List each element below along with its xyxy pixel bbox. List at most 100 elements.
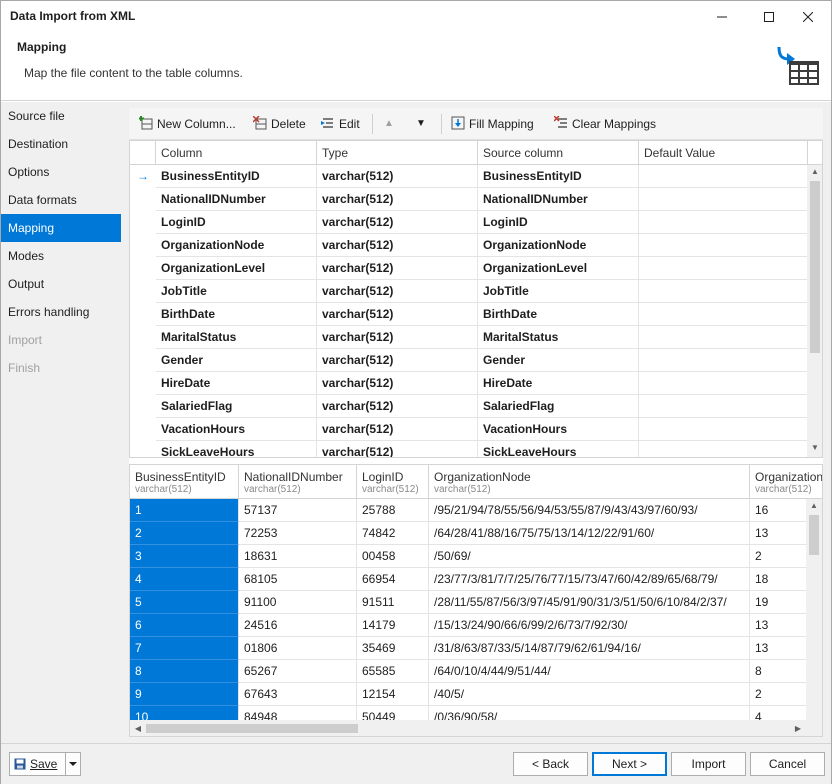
preview-header-organizationnode[interactable]: OrganizationNode varchar(512) bbox=[429, 465, 750, 499]
mapping-cell-source-column[interactable]: OrganizationLevel bbox=[478, 257, 639, 280]
preview-cell-organizationnode[interactable]: /95/21/94/78/55/56/94/53/55/87/9/43/43/9… bbox=[429, 499, 750, 522]
mapping-cell-source-column[interactable]: NationalIDNumber bbox=[478, 188, 639, 211]
nav-item-destination[interactable]: Destination bbox=[1, 130, 121, 158]
mapping-cell-default-value[interactable] bbox=[639, 257, 808, 280]
preview-cell-businessentityid[interactable]: 3 bbox=[130, 545, 239, 568]
mapping-cell-type[interactable]: varchar(512) bbox=[317, 280, 478, 303]
mapping-cell-default-value[interactable] bbox=[639, 326, 808, 349]
preview-cell-organizationnode[interactable]: /50/69/ bbox=[429, 545, 750, 568]
scroll-up-arrow[interactable]: ▲ bbox=[806, 499, 822, 513]
mapping-cell-source-column[interactable]: OrganizationNode bbox=[478, 234, 639, 257]
column-header-column[interactable]: Column bbox=[156, 141, 317, 165]
mapping-cell-default-value[interactable] bbox=[639, 211, 808, 234]
new-column-button[interactable]: New Column... bbox=[139, 114, 236, 134]
preview-cell-businessentityid[interactable]: 5 bbox=[130, 591, 239, 614]
scroll-thumb[interactable] bbox=[146, 724, 358, 733]
preview-cell-organizationnode[interactable]: /64/0/10/4/44/9/51/44/ bbox=[429, 660, 750, 683]
mapping-cell-source-column[interactable]: VacationHours bbox=[478, 418, 639, 441]
mapping-cell-type[interactable]: varchar(512) bbox=[317, 395, 478, 418]
save-options-dropdown[interactable] bbox=[65, 752, 81, 776]
mapping-cell-source-column[interactable]: SickLeaveHours bbox=[478, 441, 639, 457]
save-button[interactable]: Save bbox=[9, 752, 66, 776]
scroll-thumb[interactable] bbox=[810, 181, 820, 353]
mapping-row[interactable]: NationalIDNumber varchar(512) NationalIDNu… bbox=[130, 188, 808, 211]
preview-cell-loginid[interactable]: 35469 bbox=[357, 637, 429, 660]
preview-cell-organizationlevel[interactable]: 13 bbox=[750, 522, 806, 545]
mapping-cell-type[interactable]: varchar(512) bbox=[317, 372, 478, 395]
mapping-cell-source-column[interactable]: JobTitle bbox=[478, 280, 639, 303]
mapping-cell-type[interactable]: varchar(512) bbox=[317, 188, 478, 211]
mapping-row[interactable]: OrganizationLevel varchar(512) Organizatio… bbox=[130, 257, 808, 280]
mapping-cell-column[interactable]: VacationHours bbox=[156, 418, 317, 441]
preview-row[interactable]: 5 91100 91511/28/11/55/87/56/3/97/45/91/90… bbox=[130, 591, 806, 614]
scroll-left-arrow[interactable]: ◀ bbox=[130, 720, 146, 736]
mapping-cell-source-column[interactable]: BusinessEntityID bbox=[478, 165, 639, 188]
mapping-cell-column[interactable]: BirthDate bbox=[156, 303, 317, 326]
mapping-cell-column[interactable]: BusinessEntityID bbox=[156, 165, 317, 188]
preview-cell-organizationlevel[interactable]: 2 bbox=[750, 683, 806, 706]
preview-cell-organizationnode[interactable]: /64/28/41/88/16/75/75/13/14/12/22/91/60/ bbox=[429, 522, 750, 545]
mapping-cell-default-value[interactable] bbox=[639, 441, 808, 457]
preview-cell-loginid[interactable]: 00458 bbox=[357, 545, 429, 568]
preview-cell-businessentityid[interactable]: 6 bbox=[130, 614, 239, 637]
preview-cell-loginid[interactable]: 14179 bbox=[357, 614, 429, 637]
mapping-row[interactable]: JobTitle varchar(512) JobTitle bbox=[130, 280, 808, 303]
import-button[interactable]: Import bbox=[671, 752, 746, 776]
mapping-cell-column[interactable]: OrganizationLevel bbox=[156, 257, 317, 280]
mapping-cell-default-value[interactable] bbox=[639, 165, 808, 188]
scroll-up-arrow[interactable]: ▲ bbox=[807, 165, 822, 179]
preview-row[interactable]: 7 01806 35469/31/8/63/87/33/5/14/87/79/62/… bbox=[130, 637, 806, 660]
preview-row[interactable]: 9 67643 12154/40/5/2 bbox=[130, 683, 806, 706]
mapping-cell-column[interactable]: OrganizationNode bbox=[156, 234, 317, 257]
mapping-cell-type[interactable]: varchar(512) bbox=[317, 257, 478, 280]
move-down-button[interactable]: ▼ bbox=[411, 114, 431, 134]
preview-cell-organizationlevel[interactable]: 13 bbox=[750, 614, 806, 637]
preview-cell-nationalidnumber[interactable]: 18631 bbox=[239, 545, 357, 568]
preview-cell-businessentityid[interactable]: 1 bbox=[130, 499, 239, 522]
preview-horizontal-scrollbar[interactable]: ◀ ▶ bbox=[130, 720, 806, 736]
mapping-cell-source-column[interactable]: Gender bbox=[478, 349, 639, 372]
preview-header-nationalidnumber[interactable]: NationalIDNumber varchar(512) bbox=[239, 465, 357, 499]
mapping-cell-default-value[interactable] bbox=[639, 395, 808, 418]
preview-cell-organizationlevel[interactable]: 18 bbox=[750, 568, 806, 591]
mapping-grid[interactable]: Column Type Source column Default Value … bbox=[129, 140, 823, 458]
mapping-cell-column[interactable]: JobTitle bbox=[156, 280, 317, 303]
mapping-row[interactable]: LoginID varchar(512) LoginID bbox=[130, 211, 808, 234]
mapping-cell-default-value[interactable] bbox=[639, 303, 808, 326]
mapping-cell-source-column[interactable]: HireDate bbox=[478, 372, 639, 395]
preview-cell-organizationlevel[interactable]: 8 bbox=[750, 660, 806, 683]
mapping-row[interactable]: HireDate varchar(512) HireDate bbox=[130, 372, 808, 395]
preview-grid[interactable]: BusinessEntityID varchar(512) NationalIDN… bbox=[129, 464, 823, 737]
mapping-cell-column[interactable]: MaritalStatus bbox=[156, 326, 317, 349]
mapping-cell-default-value[interactable] bbox=[639, 234, 808, 257]
preview-row[interactable]: 4 68105 66954/23/77/3/81/7/7/25/76/77/15/7… bbox=[130, 568, 806, 591]
mapping-cell-type[interactable]: varchar(512) bbox=[317, 303, 478, 326]
preview-cell-businessentityid[interactable]: 9 bbox=[130, 683, 239, 706]
column-header-type[interactable]: Type bbox=[317, 141, 478, 165]
preview-row[interactable]: 3 18631 00458/50/69/2 bbox=[130, 545, 806, 568]
mapping-cell-source-column[interactable]: BirthDate bbox=[478, 303, 639, 326]
minimize-button[interactable] bbox=[699, 1, 745, 31]
edit-button[interactable]: Edit bbox=[321, 114, 360, 134]
fill-mapping-button[interactable]: Fill Mapping bbox=[451, 114, 534, 134]
preview-row[interactable]: 1 57137 25788/95/21/94/78/55/56/94/53/55/8… bbox=[130, 499, 806, 522]
mapping-cell-column[interactable]: Gender bbox=[156, 349, 317, 372]
column-header-default-value[interactable]: Default Value bbox=[639, 141, 808, 165]
mapping-cell-column[interactable]: LoginID bbox=[156, 211, 317, 234]
nav-item-output[interactable]: Output bbox=[1, 270, 121, 298]
mapping-row[interactable]: BirthDate varchar(512) BirthDate bbox=[130, 303, 808, 326]
preview-cell-loginid[interactable]: 25788 bbox=[357, 499, 429, 522]
mapping-row[interactable]: Gender varchar(512) Gender bbox=[130, 349, 808, 372]
mapping-cell-source-column[interactable]: SalariedFlag bbox=[478, 395, 639, 418]
mapping-cell-source-column[interactable]: LoginID bbox=[478, 211, 639, 234]
scroll-thumb[interactable] bbox=[809, 515, 819, 555]
nav-item-mapping[interactable]: Mapping bbox=[1, 214, 121, 242]
nav-item-modes[interactable]: Modes bbox=[1, 242, 121, 270]
delete-button[interactable]: Delete bbox=[253, 114, 306, 134]
preview-cell-loginid[interactable]: 74842 bbox=[357, 522, 429, 545]
preview-cell-organizationnode[interactable]: /40/5/ bbox=[429, 683, 750, 706]
preview-row[interactable]: 2 72253 74842/64/28/41/88/16/75/75/13/14/1… bbox=[130, 522, 806, 545]
preview-row[interactable]: 8 65267 65585/64/0/10/4/44/9/51/44/8 bbox=[130, 660, 806, 683]
mapping-row[interactable]: SalariedFlag varchar(512) SalariedFlag bbox=[130, 395, 808, 418]
preview-cell-organizationnode[interactable]: /15/13/24/90/66/6/99/2/6/73/7/92/30/ bbox=[429, 614, 750, 637]
